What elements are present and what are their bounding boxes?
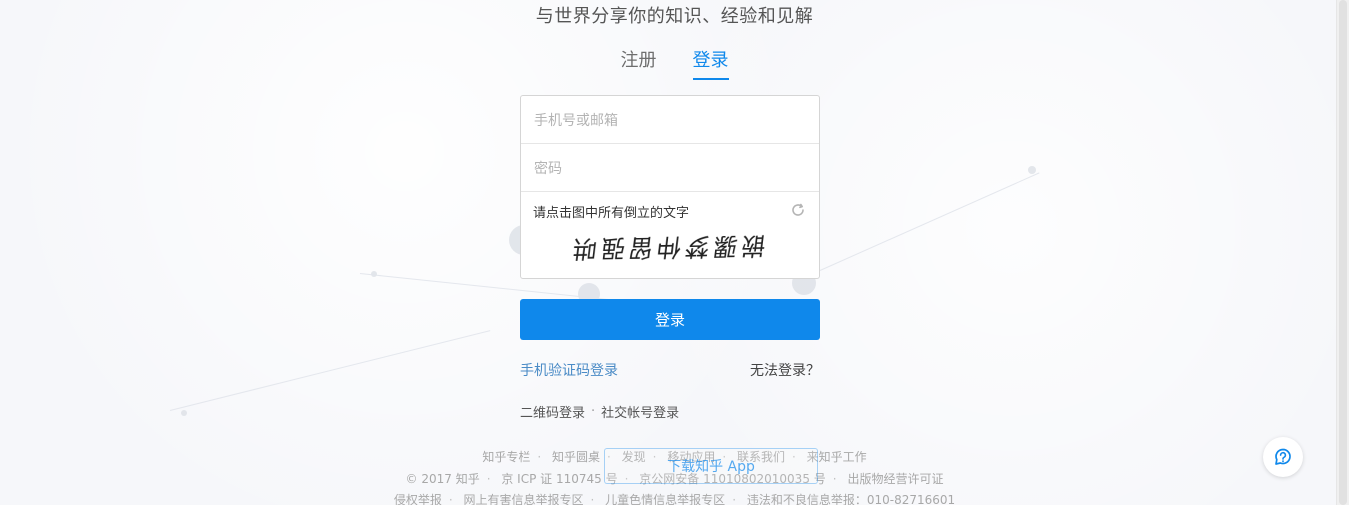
download-app-button[interactable]: 下载知乎 App xyxy=(604,448,818,484)
captcha-prompt: 请点击图中所有倒立的文字 xyxy=(533,206,690,221)
captcha-panel: 请点击图中所有倒立的文字 哄 强 留 仲 梦 骡 嵌 xyxy=(521,192,819,278)
captcha-char[interactable]: 仲 xyxy=(653,232,684,267)
footer-icp[interactable]: 京 ICP 证 110745 号 xyxy=(501,472,617,486)
footer-row-3: 侵权举报 · 网上有害信息举报专区 · 儿童色情信息举报专区 · 违法和不良信息举报：… xyxy=(393,493,956,505)
qr-login-link[interactable]: 二维码登录 xyxy=(520,402,585,421)
captcha-char[interactable]: 骡 xyxy=(709,231,740,266)
auth-tabs: 注册 登录 xyxy=(0,46,1349,80)
footer-harmful-report[interactable]: 网上有害信息举报专区 xyxy=(464,493,584,505)
background-dot xyxy=(1028,166,1036,174)
refresh-icon[interactable] xyxy=(791,202,805,216)
footer-infringement-report[interactable]: 侵权举报 xyxy=(394,493,442,505)
background-dot xyxy=(181,410,187,416)
scrollbar[interactable] xyxy=(1336,0,1349,505)
password-field-row xyxy=(521,144,819,192)
login-links-row: 手机验证码登录 无法登录？ xyxy=(520,360,820,380)
chat-help-icon xyxy=(1275,448,1291,465)
footer-illegal-report: 违法和不良信息举报：010-82716601 xyxy=(746,493,956,505)
login-form: 请点击图中所有倒立的文字 哄 强 留 仲 梦 骡 嵌 xyxy=(520,95,820,279)
tab-login[interactable]: 登录 xyxy=(692,46,729,80)
tab-register[interactable]: 注册 xyxy=(621,46,657,80)
footer-link-roundtable[interactable]: 知乎圆桌 xyxy=(552,450,600,464)
captcha-char[interactable]: 梦 xyxy=(681,231,712,266)
account-field-row xyxy=(521,96,819,144)
footer-link-columns[interactable]: 知乎专栏 xyxy=(482,450,530,464)
footer-copyright: © 2017 知乎 xyxy=(405,472,480,486)
captcha-char[interactable]: 强 xyxy=(597,233,627,268)
scrollbar-thumb[interactable] xyxy=(1339,0,1347,505)
cannot-login-link[interactable]: 无法登录？ xyxy=(750,360,820,380)
background-line xyxy=(169,330,491,411)
social-login-link[interactable]: 社交帐号登录 xyxy=(601,402,679,421)
slogan: 与世界分享你的知识、经验和见解 xyxy=(535,6,814,27)
sms-login-link[interactable]: 手机验证码登录 xyxy=(520,360,618,380)
account-input[interactable] xyxy=(532,110,806,129)
alternative-login: 二维码登录 · 社交帐号登录 xyxy=(520,402,679,421)
captcha-image[interactable]: 哄 强 留 仲 梦 骡 嵌 xyxy=(569,230,767,268)
captcha-char[interactable]: 留 xyxy=(625,232,655,267)
background-line xyxy=(819,172,1040,271)
help-chat-button[interactable] xyxy=(1263,437,1303,477)
password-input[interactable] xyxy=(532,158,806,177)
footer-child-report[interactable]: 儿童色情信息举报专区 xyxy=(605,493,725,505)
login-page: 与世界分享你的知识、经验和见解 注册 登录 请点击图中所有倒立的文字 哄 强 留… xyxy=(0,0,1349,505)
separator: · xyxy=(591,404,596,419)
footer-publication-license[interactable]: 出版物经营许可证 xyxy=(847,472,943,486)
captcha-char[interactable]: 嵌 xyxy=(737,230,768,265)
captcha-char[interactable]: 哄 xyxy=(569,233,599,268)
login-submit-button[interactable]: 登录 xyxy=(520,299,820,340)
